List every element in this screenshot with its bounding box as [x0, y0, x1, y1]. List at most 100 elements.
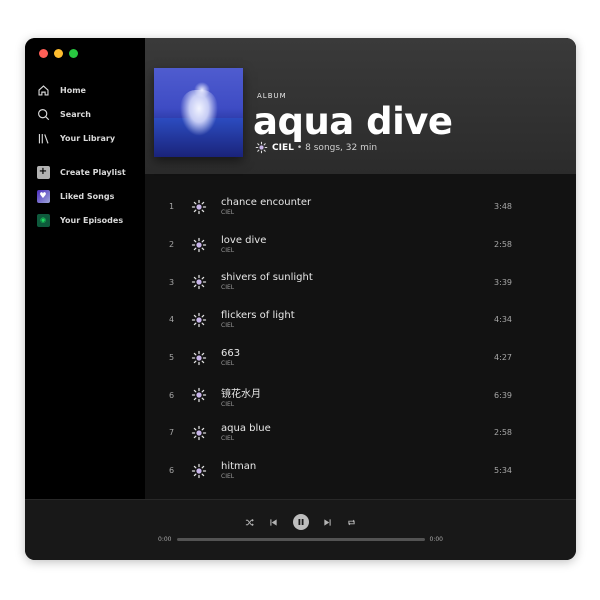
album-summary: 8 songs, 32 min	[305, 142, 378, 153]
sidebar-item-label: Home	[60, 85, 86, 95]
track-row[interactable]: 3 shivers of sunlight CIEL 3:39	[145, 263, 576, 301]
track-artist[interactable]: CIEL	[221, 284, 313, 291]
track-number: 5	[169, 353, 175, 363]
meta-separator: •	[296, 142, 303, 153]
playback-progress: 0:00 0:00	[25, 536, 576, 543]
sidebar-item-home[interactable]: Home	[35, 78, 115, 102]
library-icon	[35, 130, 51, 146]
album-title: aqua dive	[253, 100, 453, 143]
skip-back-icon	[270, 518, 277, 526]
track-number: 7	[169, 428, 175, 438]
shuffle-button[interactable]	[245, 517, 255, 527]
plus-icon: +	[36, 165, 50, 179]
track-row[interactable]: 7 aqua blue CIEL 2:58	[145, 414, 576, 452]
search-icon	[35, 106, 51, 122]
track-number: 2	[169, 240, 175, 250]
track-duration: 3:39	[494, 277, 512, 287]
track-art-icon	[191, 312, 207, 328]
track-info: chance encounter CIEL	[221, 197, 311, 216]
track-info: 663 CIEL	[221, 348, 240, 367]
sidebar-item-label: Your Library	[60, 133, 116, 143]
sidebar: Home Search Your Library + Create Playli…	[25, 38, 145, 499]
track-row[interactable]: 5 663 CIEL 4:27	[145, 339, 576, 377]
track-info: shivers of sunlight CIEL	[221, 272, 313, 291]
progress-bar[interactable]	[176, 538, 425, 541]
play-pause-button[interactable]	[292, 514, 309, 530]
next-button[interactable]	[323, 517, 333, 527]
sidebar-item-label: Search	[60, 109, 91, 119]
album-cover	[154, 68, 243, 157]
track-title[interactable]: flickers of light	[221, 310, 295, 321]
album-meta: CIEL • 8 songs, 32 min	[255, 141, 377, 154]
track-artist[interactable]: CIEL	[221, 473, 256, 480]
album-artist-link[interactable]: CIEL	[272, 143, 294, 153]
track-title[interactable]: hitman	[221, 461, 256, 472]
playback-controls	[25, 514, 576, 530]
track-title[interactable]: love dive	[221, 235, 266, 246]
skip-forward-icon	[324, 518, 331, 526]
track-number: 3	[169, 277, 175, 287]
sidebar-item-label: Liked Songs	[60, 191, 115, 201]
app-window: Home Search Your Library + Create Playli…	[25, 38, 576, 560]
sidebar-item-search[interactable]: Search	[35, 102, 115, 126]
maximize-window-button[interactable]	[69, 49, 78, 58]
close-window-button[interactable]	[39, 49, 48, 58]
total-time: 0:00	[429, 536, 443, 543]
podcast-icon: ◉	[36, 213, 50, 227]
track-art-icon	[191, 350, 207, 366]
repeat-button[interactable]	[347, 517, 357, 527]
track-row[interactable]: 6 hitman CIEL 5:34	[145, 452, 576, 490]
track-info: love dive CIEL	[221, 235, 266, 254]
sidebar-item-create-playlist[interactable]: + Create Playlist	[35, 160, 126, 184]
track-artist[interactable]: CIEL	[221, 247, 266, 254]
track-info: aqua blue CIEL	[221, 423, 271, 442]
track-artist[interactable]: CIEL	[221, 401, 261, 408]
track-info: flickers of light CIEL	[221, 310, 295, 329]
track-row[interactable]: 6 镜花水月 CIEL 6:39	[145, 376, 576, 414]
track-artist[interactable]: CIEL	[221, 209, 311, 216]
track-art-icon	[191, 425, 207, 441]
window-controls	[39, 49, 78, 58]
track-duration: 2:58	[494, 240, 512, 250]
track-title[interactable]: 镜花水月	[221, 385, 261, 400]
track-title[interactable]: 663	[221, 348, 240, 359]
track-number: 4	[169, 315, 175, 325]
sidebar-item-your-episodes[interactable]: ◉ Your Episodes	[35, 208, 126, 232]
track-number: 6	[169, 466, 175, 476]
track-duration: 4:27	[494, 353, 512, 363]
track-art-icon	[191, 387, 207, 403]
track-row[interactable]: 4 flickers of light CIEL 4:34	[145, 301, 576, 339]
album-kind-label: ALBUM	[257, 92, 287, 100]
track-title[interactable]: shivers of sunlight	[221, 272, 313, 283]
player-bar: 0:00 0:00	[25, 499, 576, 560]
track-number: 6	[169, 390, 175, 400]
track-art-icon	[191, 463, 207, 479]
track-art-icon	[191, 274, 207, 290]
track-title[interactable]: aqua blue	[221, 423, 271, 434]
track-row[interactable]: 2 love dive CIEL 2:58	[145, 226, 576, 264]
sidebar-item-library[interactable]: Your Library	[35, 126, 115, 150]
sidebar-nav: Home Search Your Library	[35, 78, 115, 150]
previous-button[interactable]	[269, 517, 279, 527]
track-duration: 4:34	[494, 315, 512, 325]
repeat-icon	[348, 519, 355, 525]
sidebar-library: + Create Playlist ♥ Liked Songs ◉ Your E…	[35, 160, 126, 232]
track-info: hitman CIEL	[221, 461, 256, 480]
minimize-window-button[interactable]	[54, 49, 63, 58]
track-title[interactable]: chance encounter	[221, 197, 311, 208]
track-info: 镜花水月 CIEL	[221, 385, 261, 408]
track-number: 1	[169, 202, 175, 212]
sidebar-item-label: Your Episodes	[60, 215, 124, 225]
pause-icon	[298, 519, 303, 525]
elapsed-time: 0:00	[158, 536, 172, 543]
track-artist[interactable]: CIEL	[221, 360, 240, 367]
track-row[interactable]: 1 chance encounter CIEL 3:48	[145, 188, 576, 226]
track-artist[interactable]: CIEL	[221, 322, 295, 329]
track-artist[interactable]: CIEL	[221, 435, 271, 442]
track-duration: 6:39	[494, 390, 512, 400]
track-list: 1 chance encounter CIEL 3:48 2 love dive CIEL 2…	[145, 188, 576, 490]
home-icon	[35, 82, 51, 98]
track-duration: 2:58	[494, 428, 512, 438]
sidebar-item-liked-songs[interactable]: ♥ Liked Songs	[35, 184, 126, 208]
album-header: ALBUM aqua dive CIEL • 8 songs, 32 min	[145, 38, 576, 174]
